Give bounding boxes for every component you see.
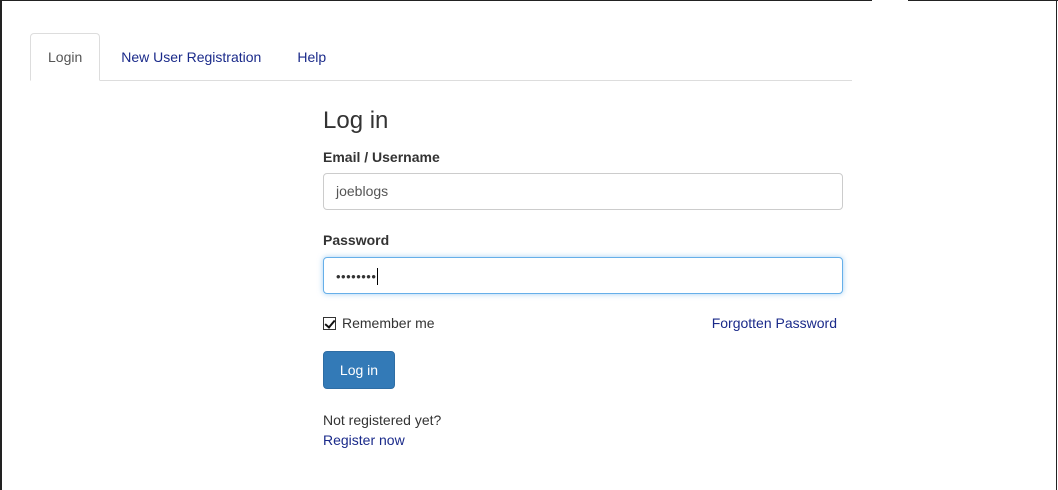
remember-me-row[interactable]: Remember me: [323, 315, 435, 331]
tab-login[interactable]: Login: [30, 33, 101, 81]
frame-top-left-edge: [0, 0, 872, 1]
login-button[interactable]: Log in: [323, 351, 395, 389]
text-caret: [377, 267, 379, 285]
password-masked-value: ••••••••: [336, 268, 377, 284]
remember-me-label: Remember me: [342, 315, 435, 331]
tab-help[interactable]: Help: [280, 34, 343, 80]
email-label: Email / Username: [323, 149, 440, 165]
password-label: Password: [323, 232, 390, 248]
frame-left-edge: [0, 0, 2, 490]
tab-bar: Login New User Registration Help: [30, 33, 852, 81]
register-now-link[interactable]: Register now: [323, 432, 405, 448]
page-title: Log in: [323, 107, 389, 134]
frame-right-edge: [1056, 0, 1057, 490]
checkmark-icon[interactable]: [323, 316, 336, 330]
forgotten-password-link[interactable]: Forgotten Password: [712, 315, 837, 331]
password-input[interactable]: ••••••••: [323, 257, 843, 294]
tab-new-user-registration[interactable]: New User Registration: [100, 34, 280, 80]
frame-top-right-edge: [908, 0, 1058, 1]
email-input[interactable]: joeblogs: [323, 173, 843, 210]
not-registered-text: Not registered yet?: [323, 412, 442, 428]
